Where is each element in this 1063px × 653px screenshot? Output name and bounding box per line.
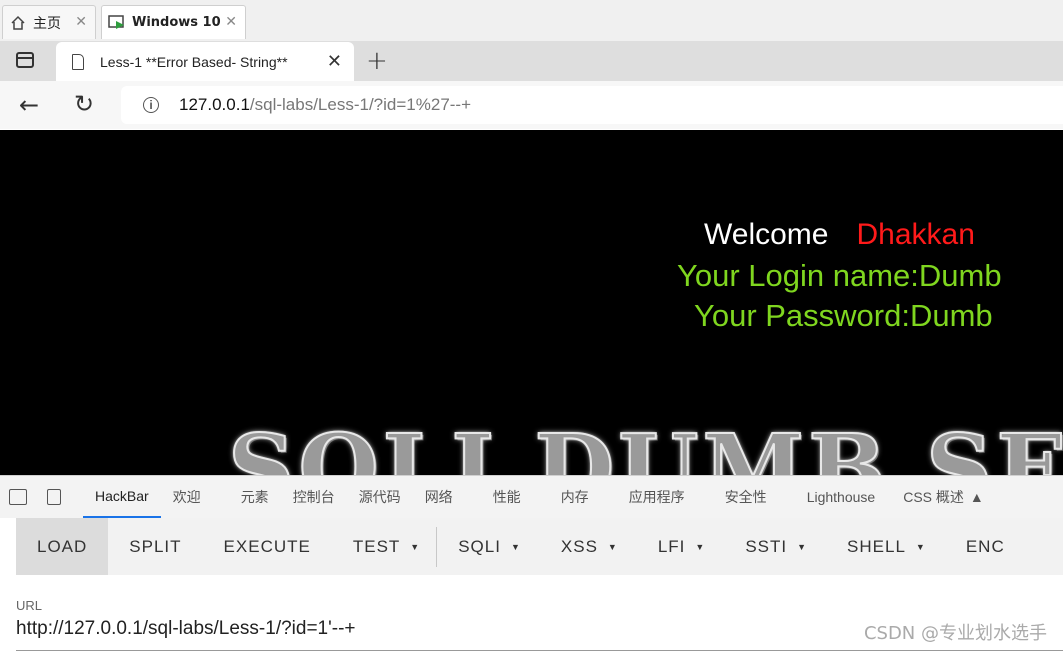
hackbar-toolbar: LOAD SPLIT EXECUTE TEST ▼ SQLI ▼ XSS ▼ LFI ▼… xyxy=(16,518,1063,575)
button-label: LFI xyxy=(657,536,686,556)
new-tab-icon[interactable]: + xyxy=(366,46,388,76)
welcome-line: Welcome Dhakkan xyxy=(704,218,975,252)
execute-button[interactable]: EXECUTE xyxy=(224,518,311,575)
shell-dropdown[interactable]: SHELL ▼ xyxy=(847,518,926,575)
caret-down-icon: ▼ xyxy=(695,541,706,552)
button-label: ENC xyxy=(965,536,1005,556)
load-button[interactable]: LOAD xyxy=(16,518,109,575)
welcome-text: Welcome xyxy=(704,218,829,251)
tab-elements[interactable]: 元素 xyxy=(241,476,269,518)
button-label: SQLI xyxy=(458,536,501,556)
button-label: SPLIT xyxy=(129,536,182,556)
url-path: /sql-labs/Less-1/?id=1%27--+ xyxy=(249,95,472,114)
url-label: URL xyxy=(16,598,43,613)
caret-down-icon: ▼ xyxy=(607,541,618,552)
toolbar-divider xyxy=(436,526,438,567)
vm-tab-home[interactable]: 主页 ✕ xyxy=(2,5,96,39)
tab-network[interactable]: 网络 xyxy=(425,476,453,518)
tab-css-overview[interactable]: CSS 概述 xyxy=(903,476,964,518)
split-button[interactable]: SPLIT xyxy=(129,518,181,575)
sqli-dropdown[interactable]: SQLI ▼ xyxy=(458,518,521,575)
close-icon[interactable]: ✕ xyxy=(75,14,87,30)
tab-sources[interactable]: 源代码 xyxy=(359,476,401,518)
reload-icon[interactable]: ↻ xyxy=(74,90,94,118)
button-label: SSTI xyxy=(745,536,788,556)
page-content: Welcome Dhakkan Your Login name:Dumb Your… xyxy=(0,130,1063,475)
back-arrow-icon[interactable]: ← xyxy=(19,91,39,119)
close-icon[interactable]: ✕ xyxy=(225,14,237,30)
caret-down-icon: ▼ xyxy=(797,541,808,552)
lfi-dropdown[interactable]: LFI ▼ xyxy=(658,518,705,575)
test-dropdown[interactable]: TEST ▼ xyxy=(353,518,420,575)
button-label: LOAD xyxy=(37,536,88,556)
browser-tab-bar: Less-1 **Error Based- String** ✕ + xyxy=(0,41,1063,81)
browser-tab-active[interactable]: Less-1 **Error Based- String** ✕ xyxy=(56,42,354,81)
sqli-dumb-banner: SQLI DUMB SE xyxy=(227,413,1063,475)
tab-application[interactable]: 应用程序 xyxy=(629,476,685,518)
welcome-name: Dhakkan xyxy=(856,218,975,251)
button-label: XSS xyxy=(560,536,598,556)
address-row: ← ↻ i 127.0.0.1/sql-labs/Less-1/?id=1%27… xyxy=(0,81,1063,129)
tab-hackbar[interactable]: HackBar xyxy=(83,476,161,518)
xss-dropdown[interactable]: XSS ▼ xyxy=(561,518,618,575)
button-label: EXECUTE xyxy=(223,536,311,556)
tab-security[interactable]: 安全性 xyxy=(725,476,767,518)
home-icon xyxy=(9,14,27,32)
hackbar-url-field[interactable]: URL http://127.0.0.1/sql-labs/Less-1/?id… xyxy=(16,580,1063,653)
devtools-tab-bar: HackBar 欢迎 元素 控制台 源代码 网络 性能 内存 应用程序 安全性 … xyxy=(0,475,1063,518)
url-input[interactable]: http://127.0.0.1/sql-labs/Less-1/?id=1'-… xyxy=(16,618,356,640)
vm-tab-label: 主页 xyxy=(33,15,61,32)
ssti-dropdown[interactable]: SSTI ▼ xyxy=(745,518,807,575)
login-name-text: Your Login name:Dumb xyxy=(677,258,1002,293)
button-label: SHELL xyxy=(847,536,906,556)
address-bar[interactable]: i 127.0.0.1/sql-labs/Less-1/?id=1%27--+ xyxy=(121,86,1063,124)
url-host: 127.0.0.1 xyxy=(179,95,250,114)
tab-lighthouse[interactable]: Lighthouse xyxy=(807,476,876,518)
caret-down-icon: ▼ xyxy=(915,541,926,552)
device-toolbar-icon[interactable] xyxy=(47,489,61,505)
tab-title: Less-1 **Error Based- String** xyxy=(100,53,288,70)
caret-down-icon: ▼ xyxy=(510,541,521,552)
info-icon[interactable]: i xyxy=(143,97,159,113)
button-label: TEST xyxy=(352,536,401,556)
password-text: Your Password:Dumb xyxy=(694,298,993,333)
flask-icon: ▲ xyxy=(969,489,984,505)
close-tab-icon[interactable]: ✕ xyxy=(327,51,342,72)
tab-memory[interactable]: 内存 xyxy=(561,476,589,518)
page-icon xyxy=(72,53,84,70)
vm-icon xyxy=(108,14,126,32)
csdn-watermark: CSDN @专业划水选手 xyxy=(863,623,1047,644)
vm-tab-windows10[interactable]: Windows 10 ✕ xyxy=(101,5,246,39)
window-menu-icon[interactable] xyxy=(16,52,34,68)
encoding-dropdown[interactable]: ENC xyxy=(966,518,1005,575)
tab-welcome[interactable]: 欢迎 xyxy=(173,476,201,518)
vm-tab-strip: 主页 ✕ Windows 10 ✕ xyxy=(0,0,1063,41)
inspect-element-icon[interactable] xyxy=(9,489,27,505)
tab-console[interactable]: 控制台 xyxy=(293,476,335,518)
vm-tab-label: Windows 10 xyxy=(132,15,221,30)
url-underline xyxy=(16,650,1063,651)
tab-performance[interactable]: 性能 xyxy=(493,476,521,518)
caret-down-icon: ▼ xyxy=(410,541,421,552)
